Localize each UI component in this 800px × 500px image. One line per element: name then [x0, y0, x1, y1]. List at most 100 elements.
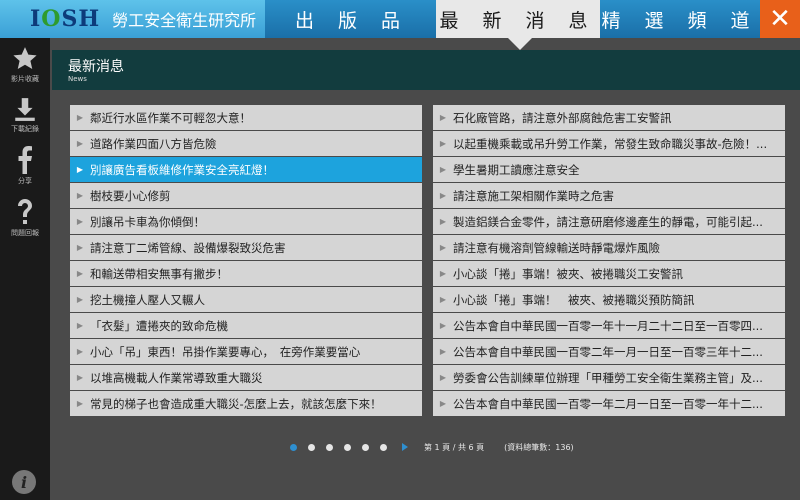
- news-title: 公告本會自中華民國一百零二年一月一日至一百零三年十二...: [453, 344, 763, 359]
- sidebar: 影片收藏 下載紀錄 分享 問題回報 i: [0, 38, 50, 500]
- section-header: 最新消息 News: [52, 50, 800, 90]
- news-title: 和輸送帶相安無事有撇步！: [90, 266, 228, 281]
- bullet-icon: ▶: [439, 139, 447, 148]
- news-title: 請注意丁二烯管線、設備爆裂致災危害: [90, 240, 286, 255]
- news-item[interactable]: ▶ 小心「吊」東西！吊掛作業要專心， 在旁作業要當心: [70, 339, 422, 364]
- page-subtitle: News: [68, 75, 87, 83]
- news-title: 小心談「捲」事端！ 被夾、被捲職災預防簡訊: [453, 292, 695, 307]
- close-icon: ✕: [769, 4, 791, 34]
- news-item[interactable]: ▶ 以堆高機載人作業常導致重大職災: [70, 365, 422, 390]
- total-count: (資料總筆數：136): [504, 442, 574, 452]
- news-title: 別讓吊卡車為你傾倒！: [90, 214, 205, 229]
- news-item[interactable]: ▶ 常見的梯子也會造成重大職災-怎麼上去，就該怎麼下來！: [70, 391, 422, 416]
- page-dots: [290, 443, 398, 451]
- bullet-icon: ▶: [76, 269, 84, 278]
- news-title: 製造鋁鎂合金零件，請注意研磨修邊產生的靜電，可能引起...: [453, 214, 763, 229]
- news-title: 挖土機撞人壓人又輾人: [90, 292, 205, 307]
- sidebar-item-downloads[interactable]: 下載紀錄: [0, 96, 50, 134]
- news-title: 公告本會自中華民國一百零一年二月一日至一百零一年十二...: [453, 396, 763, 411]
- news-item[interactable]: ▶ 請注意有機溶劑管線輸送時靜電爆炸風險: [433, 235, 785, 260]
- news-item[interactable]: ▶ 公告本會自中華民國一百零一年二月一日至一百零一年十二...: [433, 391, 785, 416]
- bullet-icon: ▶: [76, 399, 84, 408]
- nav-news[interactable]: 最 新 消 息: [436, 0, 600, 38]
- news-item[interactable]: ▶ 別讓吊卡車為你傾倒！: [70, 209, 422, 234]
- bullet-icon: ▶: [76, 113, 84, 122]
- bullet-icon: ▶: [439, 321, 447, 330]
- news-item[interactable]: ▶ 公告本會自中華民國一百零二年一月一日至一百零三年十二...: [433, 339, 785, 364]
- news-item[interactable]: ▶ 勞委會公告訓練單位辦理「甲種勞工安全衛生業務主管」及...: [433, 365, 785, 390]
- news-item[interactable]: ▶ 製造鋁鎂合金零件，請注意研磨修邊產生的靜電，可能引起...: [433, 209, 785, 234]
- download-icon: [15, 98, 35, 121]
- news-title: 鄰近行水區作業不可輕忽大意！: [90, 110, 251, 125]
- bullet-icon: ▶: [439, 243, 447, 252]
- page-dot[interactable]: [344, 443, 351, 451]
- news-item[interactable]: ▶ 石化廠管路，請注意外部腐蝕危害工安警訊: [433, 105, 785, 130]
- news-title: 學生暑期工讀應注意安全: [453, 162, 580, 177]
- bullet-icon: ▶: [76, 139, 84, 148]
- bullet-icon: ▶: [439, 399, 447, 408]
- bullet-icon: ▶: [76, 321, 84, 330]
- news-item[interactable]: ▶ 公告本會自中華民國一百零一年十一月二十二日至一百零四...: [433, 313, 785, 338]
- page-info: 第 1 頁 / 共 6 頁: [424, 442, 485, 452]
- news-title: 小心「吊」東西！吊掛作業要專心， 在旁作業要當心: [90, 344, 361, 359]
- news-item[interactable]: ▶ 小心談「捲」事端！被夾、被捲職災工安警訊: [433, 261, 785, 286]
- news-title: 常見的梯子也會造成重大職災-怎麼上去，就該怎麼下來！: [90, 396, 382, 411]
- bullet-icon: ▶: [76, 347, 84, 356]
- bullet-icon: ▶: [439, 165, 447, 174]
- news-list-left: ▶ 鄰近行水區作業不可輕忽大意！ ▶ 道路作業四面八方皆危險 ▶ 別讓廣告看板維修作業安全…: [70, 105, 422, 417]
- bullet-icon: ▶: [439, 217, 447, 226]
- news-item[interactable]: ▶ 樹枝要小心修剪: [70, 183, 422, 208]
- news-item[interactable]: ▶ 請注意丁二烯管線、設備爆裂致災危害: [70, 235, 422, 260]
- facebook-icon: [18, 146, 32, 174]
- news-item[interactable]: ▶ 挖土機撞人壓人又輾人: [70, 287, 422, 312]
- bullet-icon: ▶: [76, 243, 84, 252]
- org-name: 勞工安全衛生研究所: [112, 11, 257, 30]
- sidebar-label: 下載紀錄: [11, 125, 39, 133]
- sidebar-item-favorites[interactable]: 影片收藏: [0, 46, 50, 84]
- news-title: 「衣髮」遭捲夾的致命危機: [90, 318, 228, 333]
- brand-area[interactable]: IOSH 勞工安全衛生研究所: [0, 0, 265, 38]
- news-item[interactable]: ▶ 和輸送帶相安無事有撇步！: [70, 261, 422, 286]
- news-title: 公告本會自中華民國一百零一年十一月二十二日至一百零四...: [453, 318, 763, 333]
- sidebar-label: 分享: [18, 177, 32, 185]
- question-icon: [18, 199, 32, 224]
- bullet-icon: ▶: [76, 217, 84, 226]
- nav-featured[interactable]: 精 選 頻 道: [600, 0, 760, 38]
- news-item[interactable]: ▶ 道路作業四面八方皆危險: [70, 131, 422, 156]
- news-title: 石化廠管路，請注意外部腐蝕危害工安警訊: [453, 110, 672, 125]
- news-item[interactable]: ▶ 鄰近行水區作業不可輕忽大意！: [70, 105, 422, 130]
- news-title: 別讓廣告看板維修作業安全亮紅燈！: [90, 162, 274, 177]
- news-title: 道路作業四面八方皆危險: [90, 136, 217, 151]
- page-dot[interactable]: [326, 443, 333, 451]
- news-list-right: ▶ 石化廠管路，請注意外部腐蝕危害工安警訊 ▶ 以起重機乘載或吊升勞工作業，常發生致命…: [433, 105, 785, 417]
- pagination: 第 1 頁 / 共 6 頁 (資料總筆數：136): [290, 440, 594, 454]
- star-icon: [13, 47, 37, 69]
- news-item[interactable]: ▶ 「衣髮」遭捲夾的致命危機: [70, 313, 422, 338]
- page-dot[interactable]: [380, 443, 387, 451]
- news-item[interactable]: ▶ 學生暑期工讀應注意安全: [433, 157, 785, 182]
- news-item[interactable]: ▶ 別讓廣告看板維修作業安全亮紅燈！: [70, 157, 422, 182]
- nav-publications[interactable]: 出 版 品: [268, 0, 436, 38]
- news-item[interactable]: ▶ 以起重機乘載或吊升勞工作業，常發生致命職災事故-危險！...: [433, 131, 785, 156]
- news-title: 請注意有機溶劑管線輸送時靜電爆炸風險: [453, 240, 660, 255]
- bullet-icon: ▶: [76, 373, 84, 382]
- news-item[interactable]: ▶ 請注意施工架相關作業時之危害: [433, 183, 785, 208]
- close-button[interactable]: ✕: [760, 0, 800, 38]
- active-tab-pointer: [508, 38, 532, 50]
- news-title: 以堆高機載人作業常導致重大職災: [90, 370, 263, 385]
- sidebar-item-report[interactable]: 問題回報: [0, 198, 50, 238]
- news-item[interactable]: ▶ 小心談「捲」事端！ 被夾、被捲職災預防簡訊: [433, 287, 785, 312]
- news-title: 請注意施工架相關作業時之危害: [453, 188, 614, 203]
- iosh-logo: IOSH: [30, 6, 101, 32]
- bullet-icon: ▶: [439, 373, 447, 382]
- sidebar-item-share[interactable]: 分享: [0, 146, 50, 186]
- page-dot[interactable]: [362, 443, 369, 451]
- news-title: 勞委會公告訓練單位辦理「甲種勞工安全衛生業務主管」及...: [453, 370, 763, 385]
- info-icon[interactable]: i: [12, 470, 36, 494]
- top-bar: IOSH 勞工安全衛生研究所 出 版 品 最 新 消 息 精 選 頻 道 ✕: [0, 0, 800, 38]
- next-page-icon[interactable]: [402, 443, 408, 451]
- bullet-icon: ▶: [76, 295, 84, 304]
- bullet-icon: ▶: [76, 191, 84, 200]
- page-dot[interactable]: [290, 443, 297, 451]
- page-dot[interactable]: [308, 443, 315, 451]
